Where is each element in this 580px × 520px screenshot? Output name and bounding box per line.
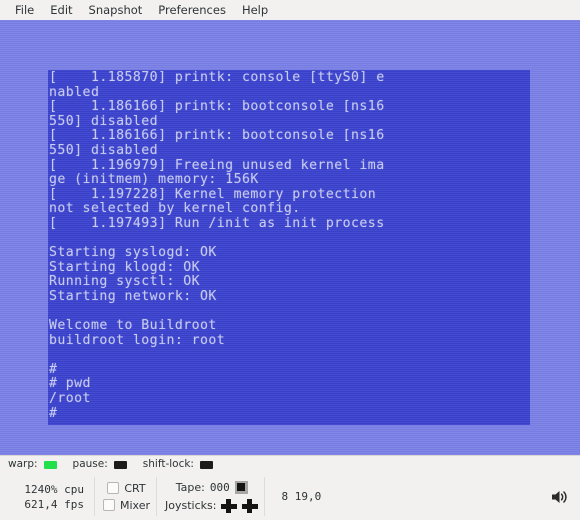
terminal-line: # [49, 361, 58, 377]
terminal-screen[interactable]: [ 1.185870] printk: console [ttyS0] e nab… [48, 70, 530, 425]
drive-status-text: 8 19,0 [281, 490, 322, 503]
terminal-line: # [49, 405, 58, 421]
status-bar: warp: pause: shift-lock: 1240% cpu 621,4… [0, 455, 580, 520]
terminal-line: Welcome to Buildroot [49, 318, 217, 334]
terminal-line: Running sysctl: OK [49, 274, 201, 290]
tape-row[interactable]: Tape: 000 [175, 480, 248, 494]
toggles-group: CRT Mixer [101, 473, 150, 520]
tape-counter: 000 [209, 480, 230, 494]
drive-status-group[interactable]: 8 19,0 [271, 473, 544, 520]
menu-bar: File Edit Snapshot Preferences Help [0, 0, 580, 20]
fps-text: 621,4 fps [24, 497, 84, 511]
shift-lock-led[interactable] [199, 460, 213, 469]
status-separator [94, 477, 95, 516]
speaker-icon[interactable] [550, 488, 570, 506]
mixer-label: Mixer [120, 498, 151, 512]
terminal-line: nabled [49, 84, 100, 100]
terminal-line: [ 1.197493] Run /init as init process [49, 215, 385, 231]
joysticks-label: Joysticks: [165, 499, 217, 512]
performance-group: 1240% cpu 621,4 fps [0, 473, 88, 520]
pause-label: pause: [72, 458, 108, 470]
emulator-window: File Edit Snapshot Preferences Help [ 1.… [0, 0, 580, 520]
status-separator [156, 477, 158, 516]
tape-label: Tape: [175, 480, 205, 494]
terminal-line: Starting syslogd: OK [49, 245, 217, 261]
menu-item-file[interactable]: File [7, 0, 42, 20]
terminal-line: /root [49, 391, 91, 407]
terminal-line: Starting network: OK [49, 288, 217, 304]
joystick-2-icon[interactable] [242, 498, 259, 513]
crt-checkbox[interactable] [107, 482, 120, 494]
warp-label: warp: [8, 458, 38, 470]
shift-lock-label: shift-lock: [142, 458, 194, 470]
status-detail-row: 1240% cpu 621,4 fps CRT Mixer Tape: 000 [0, 473, 580, 520]
menu-item-edit[interactable]: Edit [42, 0, 80, 20]
terminal-line: [ 1.196979] Freeing unused kernel ima [49, 157, 385, 173]
status-separator [264, 477, 266, 516]
joysticks-row[interactable]: Joysticks: [165, 498, 259, 513]
menu-item-preferences[interactable]: Preferences [150, 0, 234, 20]
cpu-usage-text: 1240% cpu [24, 482, 84, 496]
crt-checkbox-row[interactable]: CRT [107, 481, 146, 495]
terminal-line: buildroot login: root [49, 332, 226, 348]
tape-stop-icon[interactable] [234, 480, 248, 494]
terminal-output: [ 1.185870] printk: console [ttyS0] e nab… [48, 70, 530, 421]
status-indicator-row: warp: pause: shift-lock: [0, 456, 580, 473]
volume-control[interactable] [544, 473, 580, 520]
mixer-checkbox-row[interactable]: Mixer [103, 499, 150, 512]
joystick-1-icon[interactable] [221, 498, 238, 513]
terminal-line: 550] disabled [49, 142, 159, 158]
terminal-line: not selected by kernel config. [49, 201, 301, 217]
warp-led[interactable] [43, 460, 57, 469]
pause-led[interactable] [113, 460, 127, 469]
crt-label: CRT [124, 481, 146, 495]
emulator-video-area[interactable]: [ 1.185870] printk: console [ttyS0] e nab… [0, 20, 580, 455]
peripherals-group: Tape: 000 Joysticks: [163, 473, 259, 520]
terminal-line: [ 1.185870] printk: console [ttyS0] e [49, 70, 385, 85]
menu-item-snapshot[interactable]: Snapshot [81, 0, 151, 20]
mixer-checkbox[interactable] [103, 499, 115, 511]
terminal-line: [ 1.186166] printk: bootconsole [ns16 [49, 99, 385, 115]
menu-item-help[interactable]: Help [234, 0, 276, 20]
terminal-line: ge (initmem) memory: 156K [49, 172, 259, 188]
terminal-line: [ 1.186166] printk: bootconsole [ns16 [49, 128, 385, 144]
terminal-line: # pwd [49, 376, 91, 392]
